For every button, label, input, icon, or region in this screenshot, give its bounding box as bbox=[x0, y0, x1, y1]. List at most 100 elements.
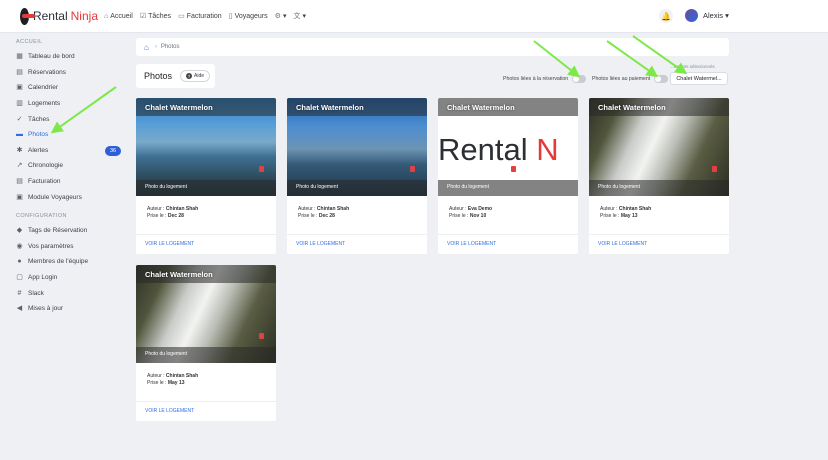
sidebar-item-slack[interactable]: # Slack bbox=[0, 285, 126, 301]
nav-voyageurs[interactable]: ▯ Voyageurs bbox=[229, 12, 268, 21]
breadcrumb-current: Photos bbox=[160, 44, 180, 50]
author-label: Auteur : bbox=[449, 206, 467, 212]
sidebar-item-alertes[interactable]: ✱ Alertes 36 bbox=[0, 143, 126, 159]
nav-facturation[interactable]: ▭ Facturation bbox=[178, 12, 222, 21]
card-divider bbox=[287, 234, 427, 235]
slack-icon: # bbox=[17, 289, 22, 297]
toggle-switch[interactable] bbox=[572, 75, 587, 83]
property-select[interactable]: Chalet Watermel... bbox=[670, 72, 728, 85]
sidebar-item-membres[interactable]: ● Membres de l'équipe bbox=[0, 254, 126, 270]
sidebar-item-label: Logements bbox=[28, 100, 61, 108]
card-meta: Auteur : Chintan Shah Prise le : May 13 bbox=[600, 206, 651, 220]
bell-icon[interactable]: 🔔 bbox=[659, 9, 673, 23]
brand-logo[interactable]: Rental Ninja bbox=[20, 7, 98, 25]
author-name: Chintan Shah bbox=[165, 373, 199, 379]
author-label: Auteur : bbox=[600, 206, 618, 212]
trash-icon[interactable] bbox=[410, 166, 415, 172]
sidebar-item-module-voyageurs[interactable]: ▣ Module Voyageurs bbox=[0, 189, 126, 205]
card-caption: Photo du logement bbox=[145, 184, 187, 190]
sidebar-item-mises-a-jour[interactable]: ◀ Mises à jour bbox=[0, 301, 126, 317]
date-label: Prise le : bbox=[449, 213, 469, 219]
sidebar-item-label: Photos bbox=[28, 131, 49, 139]
trash-icon[interactable] bbox=[259, 333, 264, 339]
invoice-icon: ▤ bbox=[16, 178, 23, 186]
building-icon: ▥ bbox=[16, 100, 23, 108]
checkbox-icon: ☑ bbox=[139, 13, 147, 20]
top-navbar: Rental Ninja ⌂ Accueil ☑ Tâches ▭ Facturati… bbox=[0, 0, 828, 33]
card-divider bbox=[589, 234, 729, 235]
date-label: Prise le : bbox=[147, 380, 167, 386]
nav-settings-dropdown[interactable]: ⚙ ▾ bbox=[275, 12, 287, 20]
nav-taches[interactable]: ☑ Tâches bbox=[139, 12, 171, 21]
trash-icon[interactable] bbox=[259, 166, 264, 172]
user-menu[interactable]: Alexis ▾ bbox=[685, 9, 729, 22]
sidebar-item-label: Tags de Réservation bbox=[28, 227, 88, 235]
author-name: Chintan Shah bbox=[618, 206, 652, 212]
nav-accueil[interactable]: ⌂ Accueil bbox=[104, 13, 133, 20]
card-meta: Auteur : Chintan Shah Prise le : Dec 28 bbox=[298, 206, 349, 220]
sidebar-item-label: Réservations bbox=[28, 68, 66, 76]
sidebar-item-facturation[interactable]: ▤ Facturation bbox=[0, 174, 126, 190]
tag-icon: ◆ bbox=[16, 227, 23, 235]
card-caption: Photo du logement bbox=[598, 184, 640, 190]
view-property-link[interactable]: VOIR LE LOGEMENT bbox=[145, 241, 194, 247]
nav-language-dropdown[interactable]: 文 ▾ bbox=[293, 11, 306, 21]
check-icon: ✓ bbox=[16, 115, 23, 123]
sidebar: ACCUEIL ▦ Tableau de bord ▤ Réservations ▣… bbox=[0, 33, 126, 460]
photo-date: Dec 28 bbox=[167, 213, 184, 219]
nav-label: Voyageurs bbox=[234, 12, 268, 20]
sidebar-item-tableau-de-bord[interactable]: ▦ Tableau de bord bbox=[0, 49, 126, 65]
help-button[interactable]: ? Aide bbox=[180, 70, 211, 82]
sidebar-item-tags[interactable]: ◆ Tags de Réservation bbox=[0, 223, 126, 239]
sidebar-item-app-login[interactable]: ▢ App Login bbox=[0, 270, 126, 286]
help-label: Aide bbox=[194, 73, 205, 79]
photo-card: Chalet Watermelon Photo du logement Aute… bbox=[287, 98, 427, 254]
brand-name-ninja: Ninja bbox=[70, 9, 98, 23]
image-icon: ▬ bbox=[16, 131, 23, 139]
sidebar-item-label: Tableau de bord bbox=[28, 53, 75, 61]
phone-icon: ▢ bbox=[16, 274, 23, 282]
author-name: Chintan Shah bbox=[165, 206, 199, 212]
sidebar-item-label: Membres de l'équipe bbox=[28, 258, 89, 266]
sidebar-section-configuration: CONFIGURATION bbox=[16, 212, 67, 219]
view-property-link[interactable]: VOIR LE LOGEMENT bbox=[447, 241, 496, 247]
chevron-down-icon: ▾ bbox=[282, 13, 287, 20]
sidebar-item-reservations[interactable]: ▤ Réservations bbox=[0, 65, 126, 81]
sidebar-item-parametres[interactable]: ◉ Vos paramètres bbox=[0, 239, 126, 255]
chevron-down-icon: ▾ bbox=[302, 13, 306, 20]
alert-icon: ✱ bbox=[16, 146, 23, 154]
view-property-link[interactable]: VOIR LE LOGEMENT bbox=[296, 241, 345, 247]
nav-label: Facturation bbox=[186, 12, 222, 20]
author-label: Auteur : bbox=[147, 206, 165, 212]
card-title: Chalet Watermelon bbox=[598, 103, 666, 112]
view-property-link[interactable]: VOIR LE LOGEMENT bbox=[145, 408, 194, 414]
sidebar-item-photos[interactable]: ▬ Photos bbox=[0, 127, 126, 143]
sidebar-item-chronologie[interactable]: ↗ Chronologie bbox=[0, 158, 126, 174]
trash-icon[interactable] bbox=[712, 166, 717, 172]
trash-icon[interactable] bbox=[511, 166, 516, 172]
rental-ninja-logo-image: Rental N bbox=[438, 132, 578, 168]
sidebar-item-label: Vos paramètres bbox=[28, 242, 74, 250]
toggle-reservation-photos[interactable]: Photos liées à la réservation bbox=[503, 75, 587, 83]
photo-card: Chalet Watermelon Photo du logement Aute… bbox=[136, 98, 276, 254]
toggle-payment-photos[interactable]: Photos liées au paiement bbox=[592, 75, 669, 83]
trend-icon: ↗ bbox=[16, 162, 23, 170]
calendar-icon: ▣ bbox=[16, 84, 23, 92]
view-property-link[interactable]: VOIR LE LOGEMENT bbox=[598, 241, 647, 247]
toggle-switch[interactable] bbox=[654, 75, 669, 83]
sidebar-item-taches[interactable]: ✓ Tâches bbox=[0, 111, 126, 127]
breadcrumb: ⌂ › Photos bbox=[136, 38, 729, 56]
question-icon: ? bbox=[186, 73, 193, 79]
breadcrumb-separator: › bbox=[154, 44, 157, 50]
nav-label: Accueil bbox=[110, 12, 133, 20]
sidebar-item-label: Alertes bbox=[28, 146, 49, 154]
sidebar-item-calendrier[interactable]: ▣ Calendrier bbox=[0, 80, 126, 96]
toggle-label: Photos liées à la réservation bbox=[503, 76, 569, 82]
home-icon[interactable]: ⌂ bbox=[144, 43, 149, 52]
sidebar-item-logements[interactable]: ▥ Logements bbox=[0, 96, 126, 112]
photo-card: Chalet Watermelon Photo du logement Aute… bbox=[136, 265, 276, 421]
gear-icon: ⚙ bbox=[274, 13, 281, 20]
card-meta: Auteur : Chintan Shah Prise le : Dec 28 bbox=[147, 206, 198, 220]
author-label: Auteur : bbox=[147, 373, 165, 379]
brand-name-rental: Rental bbox=[32, 9, 68, 23]
